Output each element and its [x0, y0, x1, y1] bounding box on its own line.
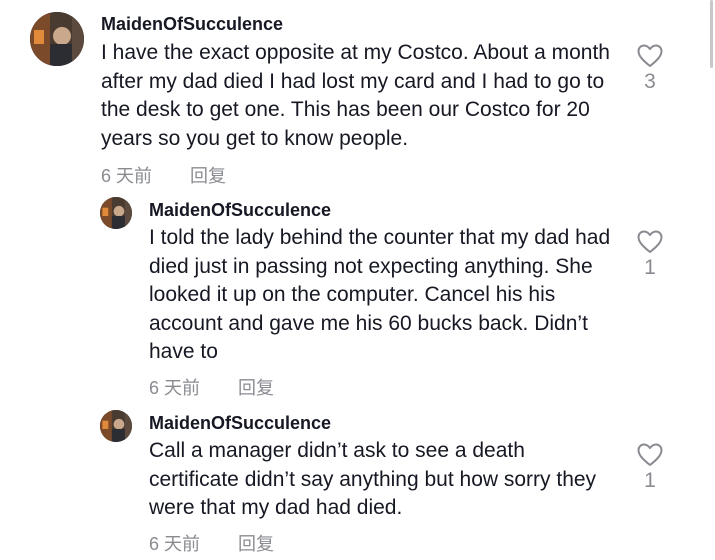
like-button[interactable]: 3 — [630, 44, 670, 94]
comment-meta: 6 天前 回复 — [149, 374, 274, 400]
comment-item: MaidenOfSucculence I have the exact oppo… — [0, 0, 715, 190]
heart-outline-icon — [637, 443, 663, 466]
like-count: 1 — [644, 469, 656, 492]
comment-meta: 6 天前 回复 — [101, 162, 226, 188]
avatar[interactable] — [100, 197, 132, 229]
username[interactable]: MaidenOfSucculence — [101, 14, 283, 35]
reply-comment-item: MaidenOfSucculence Call a manager didn’t… — [0, 403, 715, 560]
avatar[interactable] — [30, 12, 84, 66]
like-button[interactable]: 1 — [630, 443, 670, 493]
comment-text: I told the lady behind the counter that … — [149, 226, 611, 363]
username[interactable]: MaidenOfSucculence — [149, 200, 331, 221]
comment-meta: 6 天前 回复 — [149, 530, 274, 556]
heart-outline-icon — [637, 230, 663, 253]
heart-outline-icon — [637, 44, 663, 67]
comment-text: Call a manager didn’t ask to see a death… — [149, 439, 597, 519]
comment-timestamp: 6 天前 — [101, 166, 153, 186]
comment-timestamp: 6 天前 — [149, 378, 201, 398]
comment-text: I have the exact opposite at my Costco. … — [101, 41, 610, 150]
comment-timestamp: 6 天前 — [149, 534, 201, 554]
scrollbar[interactable] — [710, 0, 713, 68]
avatar[interactable] — [100, 410, 132, 442]
like-count: 3 — [644, 70, 656, 93]
username[interactable]: MaidenOfSucculence — [149, 413, 331, 434]
reply-button[interactable]: 回复 — [238, 530, 274, 556]
reply-button[interactable]: 回复 — [238, 374, 274, 400]
like-button[interactable]: 1 — [630, 230, 670, 280]
like-count: 1 — [644, 256, 656, 279]
reply-button[interactable]: 回复 — [190, 162, 226, 188]
reply-comment-item: MaidenOfSucculence I told the lady behin… — [0, 190, 715, 402]
